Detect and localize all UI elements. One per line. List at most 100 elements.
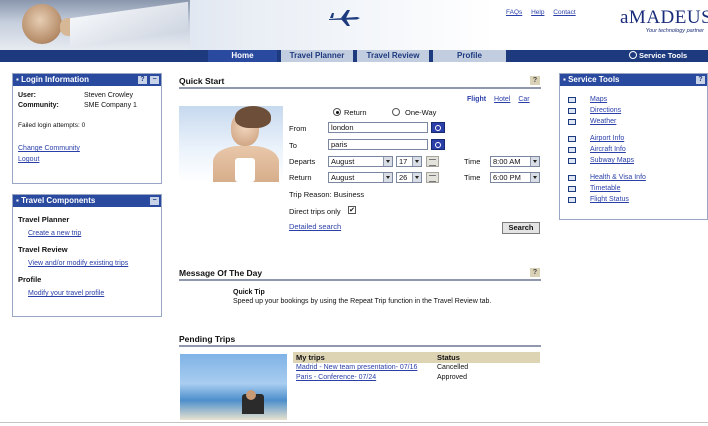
service-item-maps[interactable]: Maps <box>568 94 707 105</box>
quick-start-title: Quick Start <box>179 76 225 86</box>
status-column-header: Status <box>437 353 460 362</box>
trip-status: Cancelled <box>437 364 469 371</box>
return-calendar-icon[interactable] <box>426 172 439 183</box>
header-photo-paper <box>70 1 188 49</box>
modify-profile-link[interactable]: Modify your travel profile <box>18 290 156 297</box>
map-icon <box>568 96 576 103</box>
direct-trips-label: Direct trips only <box>289 207 341 216</box>
chevron-down-icon <box>383 173 392 182</box>
login-panel-header[interactable]: ▪ Login Information ? − <box>13 74 161 86</box>
departs-month-value: August <box>331 157 355 166</box>
return-day-select[interactable]: 26 <box>396 172 422 183</box>
car-mode-link[interactable]: Car <box>518 96 529 103</box>
service-link[interactable]: Maps <box>590 96 607 103</box>
from-lookup-button[interactable] <box>431 122 445 133</box>
service-tools-header[interactable]: ▪ Service Tools ? <box>560 74 707 86</box>
pending-trips-table: My trips Status Madrid - New team presen… <box>293 352 540 383</box>
tab-profile[interactable]: Profile <box>432 50 506 62</box>
login-help-button[interactable]: ? <box>138 76 147 84</box>
service-link[interactable]: Subway Maps <box>590 157 634 164</box>
health-icon <box>568 174 576 181</box>
logout-link[interactable]: Logout <box>18 154 156 165</box>
return-time-label: Time <box>464 173 481 182</box>
return-time-select[interactable]: 6:00 PM <box>490 172 540 183</box>
page-bottom-border <box>0 422 708 423</box>
quick-start-help-button[interactable]: ? <box>530 76 540 85</box>
service-item-flight-status[interactable]: Flight Status <box>568 194 707 205</box>
one-way-radio[interactable] <box>392 108 400 116</box>
motd-help-button[interactable]: ? <box>530 268 540 277</box>
detailed-search-link[interactable]: Detailed search <box>289 222 341 231</box>
search-button[interactable]: Search <box>502 222 540 234</box>
departs-day-select[interactable]: 17 <box>396 156 422 167</box>
service-item-aircraft-info[interactable]: Aircraft Info <box>568 144 707 155</box>
community-row: Community: SME Company 1 <box>18 102 156 109</box>
to-input[interactable]: paris <box>328 139 428 150</box>
service-tools-panel: ▪ Service Tools ? Maps Directions Weathe… <box>559 73 708 220</box>
aircraft-icon <box>568 146 576 153</box>
contact-link[interactable]: Contact <box>553 9 575 16</box>
change-community-link[interactable]: Change Community <box>18 143 156 154</box>
travel-components-header[interactable]: ▪ Travel Components − <box>13 195 161 207</box>
service-link[interactable]: Airport Info <box>590 135 624 142</box>
globe-icon <box>629 51 637 59</box>
service-item-weather[interactable]: Weather <box>568 116 707 127</box>
travel-review-heading: Travel Review <box>18 245 68 254</box>
travel-components-collapse-button[interactable]: − <box>150 197 159 205</box>
return-day-value: 26 <box>399 173 408 182</box>
chevron-down-icon <box>412 173 421 182</box>
tab-home[interactable]: Home <box>207 50 277 62</box>
header-links: FAQs Help Contact <box>506 9 583 16</box>
trip-link[interactable]: Paris - Conference- 07/24 <box>293 373 437 383</box>
help-link[interactable]: Help <box>531 9 544 16</box>
community-value: SME Company 1 <box>84 102 137 109</box>
return-month-select[interactable]: August <box>328 172 393 183</box>
service-link[interactable]: Health & Visa Info <box>590 174 646 181</box>
return-radio[interactable] <box>333 108 341 116</box>
weather-icon <box>568 118 576 125</box>
service-link[interactable]: Aircraft Info <box>590 146 626 153</box>
service-tools-help-button[interactable]: ? <box>696 76 705 84</box>
to-lookup-button[interactable] <box>431 139 445 150</box>
tab-travel-review[interactable]: Travel Review <box>356 50 429 62</box>
amadeus-logo[interactable]: aMADEUS Your technology partner <box>620 8 708 35</box>
service-item-health-visa[interactable]: Health & Visa Info <box>568 172 707 183</box>
faqs-link[interactable]: FAQs <box>506 9 522 16</box>
view-modify-trips-link[interactable]: View and/or modify existing trips <box>18 260 156 267</box>
service-link[interactable]: Directions <box>590 107 621 114</box>
service-link[interactable]: Timetable <box>590 185 620 192</box>
tab-travel-planner[interactable]: Travel Planner <box>280 50 353 62</box>
one-way-radio-label: One-Way <box>405 108 437 117</box>
direct-trips-checkbox[interactable]: ✔ <box>348 206 356 214</box>
service-item-subway-maps[interactable]: Subway Maps <box>568 155 707 166</box>
departs-calendar-icon[interactable] <box>426 156 439 167</box>
from-input[interactable]: london <box>328 122 428 133</box>
return-time-value: 6:00 PM <box>493 173 521 182</box>
return-radio-label: Return <box>344 108 367 117</box>
from-label: From <box>289 124 307 133</box>
service-tools-nav-button[interactable]: Service Tools <box>629 51 687 60</box>
login-collapse-button[interactable]: − <box>150 76 159 84</box>
directions-icon <box>568 107 576 114</box>
service-item-timetable[interactable]: Timetable <box>568 183 707 194</box>
flight-mode-link[interactable]: Flight <box>467 96 486 103</box>
trip-link[interactable]: Madrid - New team presentation- 07/16 <box>293 363 437 373</box>
service-link[interactable]: Weather <box>590 118 616 125</box>
photo-hair <box>235 106 271 128</box>
quick-tip-text: Speed up your bookings by using the Repe… <box>233 298 492 305</box>
service-item-airport-info[interactable]: Airport Info <box>568 133 707 144</box>
create-trip-link[interactable]: Create a new trip <box>18 230 156 237</box>
departs-time-select[interactable]: 8:00 AM <box>490 156 540 167</box>
service-tools-nav-label: Service Tools <box>639 51 688 60</box>
logo-tagline: Your technology partner <box>645 28 704 34</box>
subway-icon <box>568 157 576 164</box>
login-panel-title: Login Information <box>21 75 90 84</box>
chevron-down-icon <box>530 173 539 182</box>
profile-heading: Profile <box>18 275 42 284</box>
departs-month-select[interactable]: August <box>328 156 393 167</box>
header-photo-person <box>22 4 62 44</box>
quick-start-divider <box>179 87 541 89</box>
hotel-mode-link[interactable]: Hotel <box>494 96 510 103</box>
service-link[interactable]: Flight Status <box>590 196 629 203</box>
service-item-directions[interactable]: Directions <box>568 105 707 116</box>
